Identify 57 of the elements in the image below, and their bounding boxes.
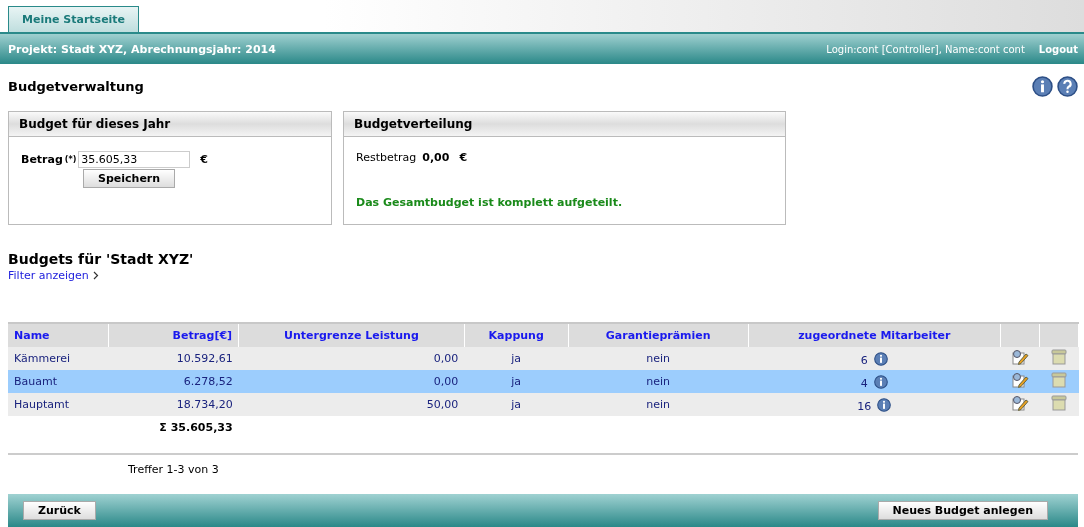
table-cell: nein [568, 393, 749, 416]
save-button[interactable]: Speichern [83, 169, 176, 188]
table-row[interactable]: Hauptamt 18.734,20 50,00 ja nein 16 [8, 393, 1079, 416]
required-mark: (*) [64, 155, 77, 164]
table-row[interactable]: Bauamt 6.278,52 0,00 ja nein 4 [8, 370, 1079, 393]
currency-label: € [200, 153, 208, 166]
rest-label: Restbetrag [356, 151, 417, 164]
table-cell: 6.278,52 [108, 370, 239, 393]
back-button[interactable]: Zurück [23, 501, 96, 520]
column-header[interactable]: Kappung [464, 323, 569, 347]
table-cell: 10.592,61 [108, 347, 239, 370]
table-cell: Kämmerei [8, 347, 109, 370]
panel-title: Budget für dieses Jahr [9, 112, 331, 137]
column-header[interactable]: Name [8, 323, 109, 347]
currency-label: € [459, 151, 468, 164]
page-title: Budgetverwaltung [8, 79, 144, 94]
table-cell: 18.734,20 [108, 393, 239, 416]
edit-icon[interactable] [1011, 349, 1029, 365]
table-cell: ja [464, 370, 569, 393]
table-cell: ja [464, 347, 569, 370]
table-cell: Bauamt [8, 370, 109, 393]
panel-title: Budgetverteilung [344, 112, 785, 137]
column-header[interactable]: Betrag[€] [108, 323, 239, 347]
filter-link[interactable]: Filter anzeigen [0, 267, 99, 282]
table-cell: 0,00 [238, 370, 465, 393]
help-icon[interactable] [1057, 76, 1078, 97]
table-cell: ja [464, 393, 569, 416]
table-row[interactable]: Kämmerei 10.592,61 0,00 ja nein 6 [8, 347, 1079, 370]
table-cell: 50,00 [238, 393, 465, 416]
home-tab[interactable]: Meine Startseite [8, 6, 140, 32]
table-cell-text: 6 [860, 353, 868, 367]
status-message: Das Gesamtbudget ist komplett aufgeteilt. [356, 196, 624, 209]
table-cell: Hauptamt [8, 393, 109, 416]
column-header[interactable]: Garantieprämien [568, 323, 749, 347]
info-icon[interactable] [1032, 76, 1053, 97]
edit-icon[interactable] [1011, 395, 1029, 411]
edit-icon[interactable] [1011, 372, 1029, 388]
amount-input[interactable]: 35.605,33 [78, 151, 191, 168]
total-sum: Σ 35.605,33 [108, 416, 239, 439]
table-cell-text: 4 [860, 376, 868, 390]
section-title: Budgets für 'Stadt XYZ' [7, 250, 195, 267]
table-cell: 0,00 [238, 347, 465, 370]
column-header[interactable]: zugeordnete Mitarbeiter [748, 323, 1001, 347]
column-header[interactable]: Untergrenze Leistung [238, 323, 465, 347]
project-info: Projekt: Stadt XYZ, Abrechnungsjahr: 2014 [8, 42, 276, 56]
amount-label: Betrag [21, 153, 63, 166]
table-cell-text: 16 [857, 399, 872, 413]
user-info: Login:cont [Controller], Name:cont cont [826, 43, 1025, 55]
table-cell: nein [568, 370, 749, 393]
result-count: Treffer 1-3 von 3 [127, 462, 220, 476]
chevron-icon [92, 271, 99, 280]
info-icon[interactable] [873, 374, 888, 389]
info-icon[interactable] [877, 397, 892, 412]
table-cell: nein [568, 347, 749, 370]
new-budget-button[interactable]: Neues Budget anlegen [877, 501, 1048, 520]
rest-amount: 0,00 [422, 151, 450, 164]
info-icon[interactable] [873, 351, 888, 366]
